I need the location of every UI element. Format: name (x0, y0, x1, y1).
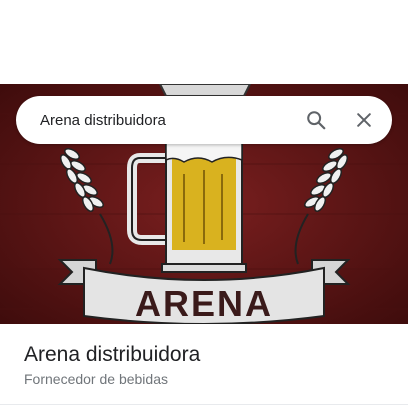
search-icon (307, 111, 326, 130)
place-category: Fornecedor de bebidas (24, 371, 168, 387)
divider (0, 404, 408, 405)
sign-text: ARENA (135, 283, 273, 324)
place-name: Arena distribuidora (24, 343, 201, 366)
clear-search-button[interactable] (340, 96, 388, 144)
close-icon (357, 113, 371, 127)
search-input[interactable]: Arena distribuidora (40, 112, 292, 129)
search-bar[interactable]: Arena distribuidora (16, 96, 392, 144)
place-info: Arena distribuidora Fornecedor de bebida… (24, 342, 200, 388)
search-button[interactable] (292, 96, 340, 144)
